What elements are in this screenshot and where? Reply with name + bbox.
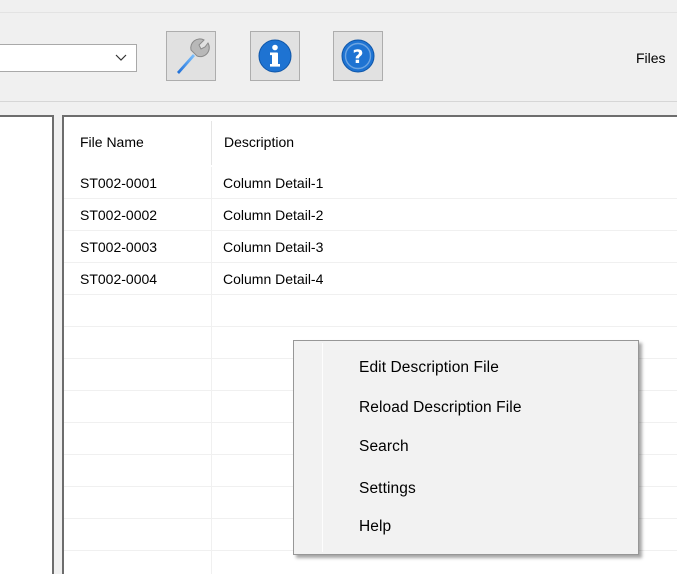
help-icon: ? <box>341 39 375 73</box>
row-column-divider <box>211 487 212 519</box>
row-column-divider <box>211 167 212 199</box>
chevron-down-icon <box>115 54 127 61</box>
menu-item-help[interactable]: Help <box>296 510 636 544</box>
svg-text:?: ? <box>352 46 363 68</box>
description-cell: Column Detail-3 <box>223 239 324 255</box>
file-filter-dropdown[interactable] <box>0 44 137 72</box>
toolbar-top-divider <box>0 12 677 13</box>
column-header-file-name[interactable]: File Name <box>80 134 144 150</box>
app-window: ? Files File Name Description ST002-0001… <box>0 0 677 574</box>
file-name-cell: ST002-0003 <box>80 239 158 255</box>
description-cell: Column Detail-4 <box>223 271 324 287</box>
help-button[interactable]: ? <box>333 31 383 81</box>
menu-item-label: Search <box>359 438 409 455</box>
row-column-divider <box>211 295 212 327</box>
menu-item-label: Edit Description File <box>359 359 499 376</box>
row-column-divider <box>211 263 212 295</box>
menu-item-edit-description-file[interactable]: Edit Description File <box>296 351 636 385</box>
files-label: Files <box>636 50 666 66</box>
row-column-divider <box>211 551 212 574</box>
file-name-cell: ST002-0004 <box>80 271 158 287</box>
column-header-description[interactable]: Description <box>224 134 294 150</box>
row-column-divider <box>211 455 212 487</box>
info-button[interactable] <box>250 31 300 81</box>
file-name-cell: ST002-0002 <box>80 207 158 223</box>
description-cell: Column Detail-1 <box>223 175 324 191</box>
menu-item-label: Help <box>359 518 392 535</box>
row-column-divider <box>211 359 212 391</box>
row-column-divider <box>211 519 212 551</box>
info-icon <box>258 39 292 73</box>
file-name-cell: ST002-0001 <box>80 175 158 191</box>
wrench-icon <box>177 38 210 74</box>
description-cell: Column Detail-2 <box>223 207 324 223</box>
column-divider[interactable] <box>211 121 212 165</box>
empty-row <box>64 295 677 327</box>
folder-tree-panel[interactable] <box>0 115 54 574</box>
table-row[interactable]: ST002-0001 Column Detail-1 <box>64 167 677 199</box>
table-row[interactable]: ST002-0002 Column Detail-2 <box>64 199 677 231</box>
table-row[interactable]: ST002-0003 Column Detail-3 <box>64 231 677 263</box>
menu-item-search[interactable]: Search <box>296 430 636 464</box>
menu-item-reload-description-file[interactable]: Reload Description File <box>296 391 636 425</box>
row-column-divider <box>211 231 212 263</box>
menu-item-label: Settings <box>359 480 416 497</box>
row-column-divider <box>211 199 212 231</box>
context-menu: Edit Description File Reload Description… <box>293 340 639 555</box>
row-column-divider <box>211 423 212 455</box>
menu-item-settings[interactable]: Settings <box>296 472 636 506</box>
menu-item-label: Reload Description File <box>359 399 522 416</box>
row-column-divider <box>211 391 212 423</box>
list-header: File Name Description <box>64 117 677 167</box>
table-row[interactable]: ST002-0004 Column Detail-4 <box>64 263 677 295</box>
settings-tool-button[interactable] <box>166 31 216 81</box>
toolbar-bottom-divider <box>0 101 677 102</box>
row-column-divider <box>211 327 212 359</box>
